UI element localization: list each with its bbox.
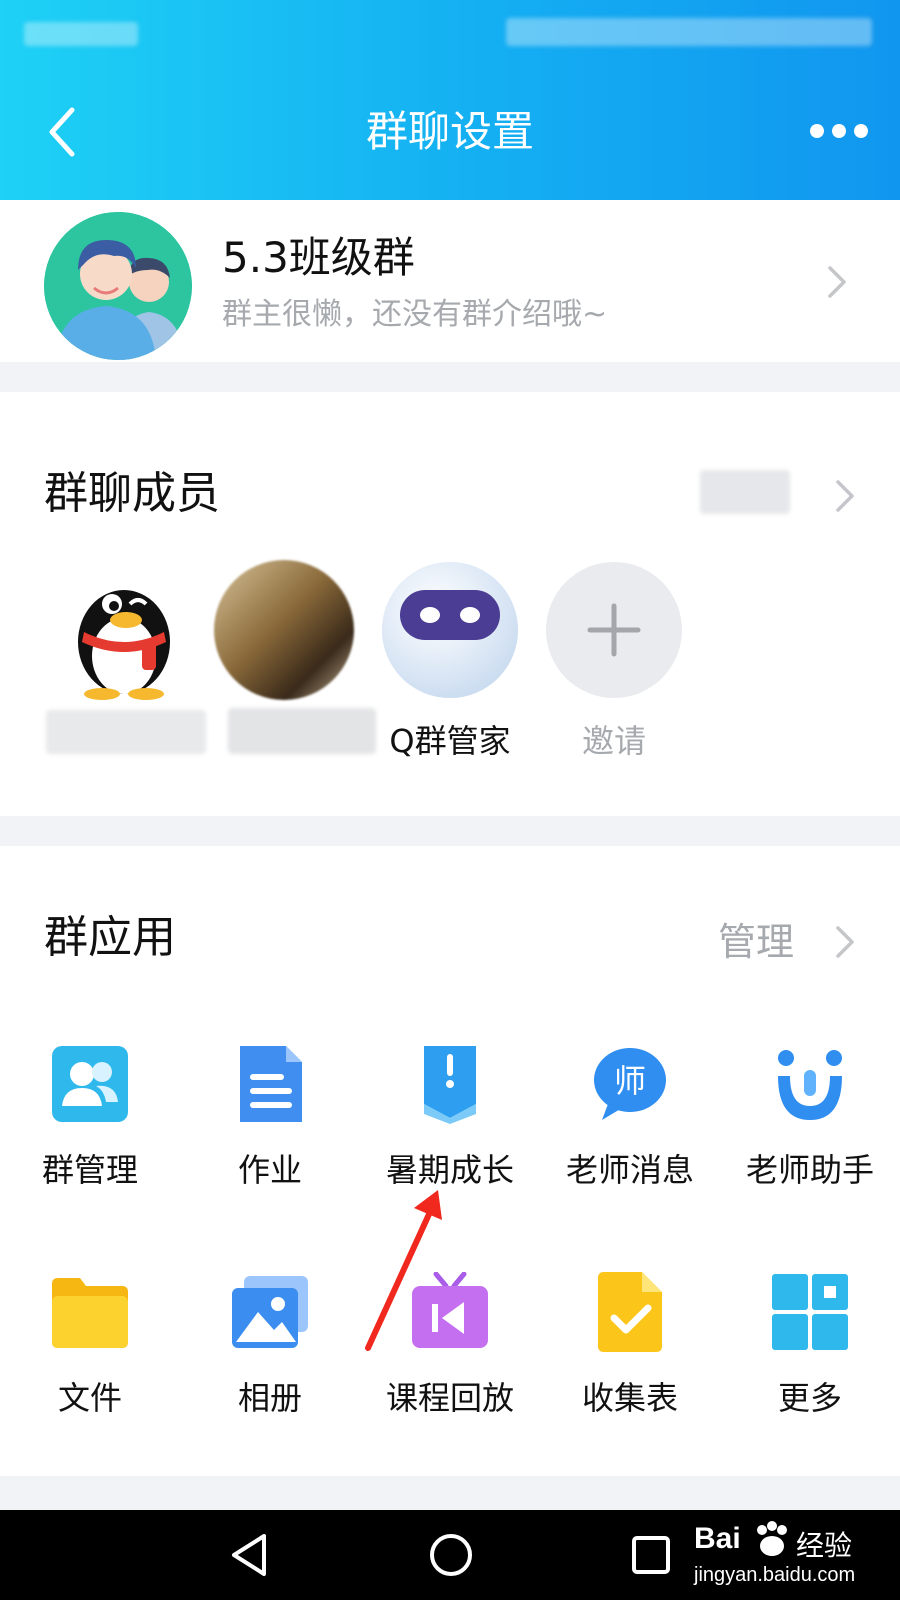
watermark: Bai 经验 jingyan.baidu.com [690, 1516, 890, 1596]
app-more[interactable]: 更多 [720, 1272, 900, 1422]
more-apps-icon [772, 1274, 848, 1350]
member-count-blur [700, 470, 790, 514]
app-group-manage[interactable]: 群管理 [0, 1044, 180, 1194]
app-label: 课程回放 [385, 1379, 514, 1417]
member-label-bot: Q群管家 [389, 722, 511, 760]
collection-form-icon [598, 1272, 662, 1352]
members-chevron-icon[interactable] [834, 478, 856, 514]
annotation-arrow [365, 1190, 442, 1351]
nav-back-icon[interactable] [228, 1532, 272, 1578]
watermark-url: jingyan.baidu.com [694, 1564, 856, 1586]
group-avatar [44, 212, 192, 360]
group-info-card[interactable]: 5.3班级群 群主很懒，还没有群介绍哦~ [0, 200, 900, 362]
member-avatar-bot[interactable] [380, 560, 520, 700]
app-label: 群管理 [41, 1151, 138, 1189]
app-label: 相册 [237, 1379, 302, 1417]
group-manage-icon [52, 1046, 128, 1122]
invite-label[interactable]: 邀请 [524, 720, 704, 762]
apps-manage-link[interactable]: 管理 [718, 918, 794, 966]
app-label: 文件 [57, 1379, 122, 1417]
watermark-brand: Bai [694, 1522, 741, 1555]
status-bar-left-blur [24, 22, 138, 46]
teacher-message-icon: 师 [594, 1048, 666, 1120]
svg-text:师: 师 [614, 1062, 646, 1100]
nav-home-icon[interactable] [428, 1532, 474, 1578]
invite-plus-icon[interactable] [544, 560, 684, 700]
nav-recents-icon[interactable] [630, 1534, 672, 1576]
apps-section-title: 群应用 [44, 912, 176, 963]
app-label: 作业 [237, 1151, 302, 1189]
app-homework[interactable]: 作业 [180, 1044, 360, 1194]
app-summer-growth[interactable]: 暑期成长 [360, 1044, 540, 1194]
group-name: 5.3班级群 [222, 233, 415, 282]
member-name-blur-1 [46, 710, 206, 754]
homework-icon [240, 1046, 302, 1122]
app-label: 收集表 [581, 1379, 678, 1417]
album-icon [232, 1276, 308, 1348]
member-name-blur-2 [228, 708, 376, 754]
teacher-assistant-icon [778, 1050, 842, 1120]
paw-icon [757, 1521, 787, 1556]
app-teacher-message[interactable]: 师 老师消息 [540, 1044, 720, 1194]
app-label: 更多 [777, 1379, 842, 1417]
app-label: 老师助手 [745, 1151, 874, 1189]
android-nav-bar: Bai 经验 jingyan.baidu.com [0, 1510, 900, 1600]
watermark-suffix: 经验 [796, 1529, 853, 1562]
chevron-right-icon [828, 266, 846, 298]
folder-icon [52, 1278, 128, 1348]
member-avatar-photo[interactable] [214, 560, 354, 700]
more-options-icon[interactable] [808, 116, 872, 146]
app-teacher-assistant[interactable]: 老师助手 [720, 1044, 900, 1194]
summer-growth-icon [424, 1046, 476, 1124]
app-collection-form[interactable]: 收集表 [540, 1272, 720, 1422]
apps-chevron-icon[interactable] [834, 924, 856, 960]
member-avatar-penguin[interactable] [54, 560, 194, 700]
status-bar-right-blur [506, 18, 872, 46]
app-album[interactable]: 相册 [180, 1272, 360, 1422]
header-bar: 群聊设置 [0, 0, 900, 200]
members-section-title: 群聊成员 [44, 468, 220, 519]
page-title: 群聊设置 [365, 107, 534, 156]
app-label: 老师消息 [565, 1151, 694, 1189]
group-intro: 群主很懒，还没有群介绍哦~ [222, 297, 608, 332]
app-files[interactable]: 文件 [0, 1272, 180, 1422]
